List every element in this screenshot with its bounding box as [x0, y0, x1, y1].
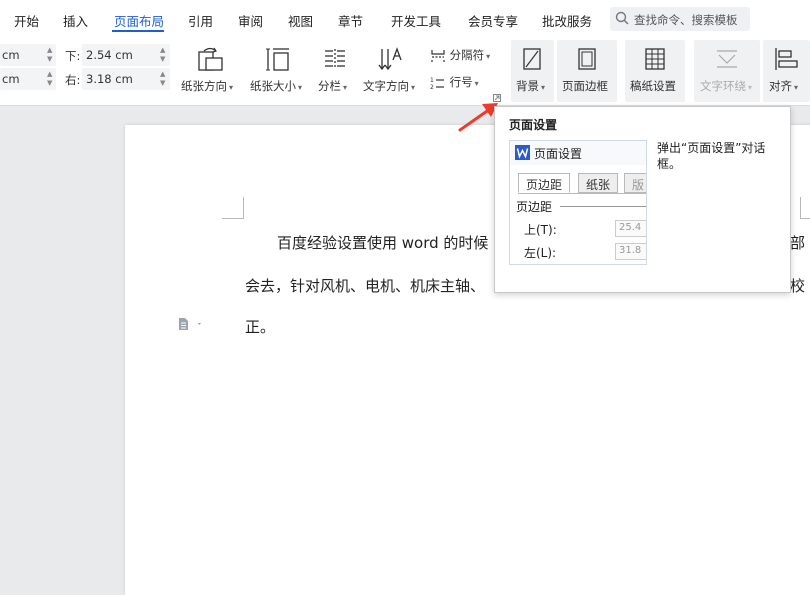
margin-right-label: 右: [65, 73, 81, 87]
line-number-button[interactable]: 12 行号 ▾ [430, 74, 479, 91]
orientation-label: 纸张方向 ▾ [181, 79, 234, 93]
tab-references[interactable]: 引用 [188, 11, 213, 30]
columns-icon [325, 49, 345, 69]
text-wrap-icon [717, 50, 737, 68]
active-tab-indicator [112, 30, 164, 32]
svg-text:2: 2 [430, 84, 434, 90]
paragraph-menu-icon[interactable] [177, 316, 207, 332]
columns-button[interactable]: 分栏 ▾ [315, 40, 355, 102]
paper-size-label: 纸张大小 ▾ [250, 79, 303, 93]
tab-chapter[interactable]: 章节 [338, 11, 363, 30]
menu-bar: 开始 插入 页面布局 引用 审阅 视图 章节 开发工具 会员专享 批改服务 查找… [0, 0, 810, 38]
background-button[interactable]: 背景 ▾ [511, 40, 554, 102]
search-box[interactable]: 查找命令、搜索模板 [610, 7, 750, 31]
spin-up-icon[interactable]: ▲ [47, 47, 52, 54]
manuscript-label: 稿纸设置 [630, 79, 676, 93]
tab-view[interactable]: 视图 [288, 11, 313, 30]
paper-size-button[interactable]: 纸张大小 ▾ [247, 40, 311, 102]
paragraph-line[interactable]: 百度经验设置使用 word 的时候 [277, 232, 488, 253]
line-number-label: 行号 [449, 75, 473, 89]
wps-logo-icon [515, 145, 530, 160]
tab-divider [518, 193, 646, 194]
paragraph-line-tail[interactable]: 校 [790, 275, 805, 296]
text-direction-label: 文字方向 ▾ [363, 79, 416, 93]
margin-bottom-spinner[interactable]: 2.54 cm ▲ ▼ [82, 44, 170, 66]
paragraph-line-tail[interactable]: 部 [790, 232, 805, 253]
spin-down-icon[interactable]: ▼ [47, 56, 52, 63]
dialog-tab-margins: 页边距 [518, 173, 571, 193]
dialog-tab-paper: 纸张 [578, 173, 619, 193]
spin-down-icon[interactable]: ▼ [160, 56, 165, 63]
spin-up-icon[interactable]: ▲ [160, 71, 165, 78]
line-number-icon: 12 [430, 77, 444, 91]
orientation-button[interactable]: 纸张方向 ▾ [178, 40, 240, 102]
text-wrap-label: 文字环绕 ▾ [700, 79, 753, 93]
margin-bottom-label: 下: [65, 49, 81, 63]
top-margin-field: 25.4 [615, 220, 646, 237]
tab-page-layout[interactable]: 页面布局 [114, 11, 164, 30]
margin-right-spinner[interactable]: 3.18 cm ▲ ▼ [82, 68, 170, 90]
margin-top-unit: cm [2, 48, 20, 62]
margin-left-spinner[interactable]: cm ▲ ▼ [0, 68, 56, 90]
tooltip-title: 页面设置 [509, 118, 558, 132]
paragraph-line[interactable]: 正。 [245, 316, 275, 337]
page-border-icon [578, 48, 596, 70]
manuscript-icon [645, 48, 665, 70]
align-button[interactable]: 对齐 ▾ [763, 40, 810, 102]
tab-insert[interactable]: 插入 [63, 11, 88, 30]
separator-icon [431, 49, 445, 62]
section-label: 页边距 [516, 200, 553, 214]
margin-top-spinner[interactable]: cm ▲ ▼ [0, 44, 56, 66]
page-border-label: 页面边框 [562, 79, 608, 93]
ribbon-toolbar: cm ▲ ▼ cm ▲ ▼ 下: 2.54 cm ▲ ▼ 右: 3.18 cm … [0, 38, 810, 106]
left-margin-field: 31.8 [615, 243, 646, 260]
dialog-preview-thumbnail: 页面设置 页边距 纸张 版 页边距 上(T): 25.4 左(L): 31.8 [509, 140, 647, 265]
text-wrap-button: 文字环绕 ▾ [694, 40, 760, 102]
separator-button[interactable]: 分隔符 ▾ [430, 47, 490, 63]
dialog-title: 页面设置 [534, 147, 583, 161]
background-icon [523, 48, 541, 70]
spin-down-icon[interactable]: ▼ [47, 80, 52, 87]
paragraph-line[interactable]: 会去，针对风机、电机、机床主轴、 [245, 275, 485, 296]
margin-bottom-value: 2.54 cm [86, 48, 133, 62]
tab-start[interactable]: 开始 [14, 11, 39, 30]
orientation-icon [198, 47, 223, 71]
page-setup-tooltip: 页面设置 页面设置 页边距 纸张 版 页边距 上(T): 25.4 左(L): … [494, 106, 791, 293]
page-border-button[interactable]: 页面边框 [557, 40, 617, 102]
separator-label: 分隔符 [449, 48, 485, 62]
text-direction-icon [378, 47, 402, 71]
columns-label: 分栏 ▾ [318, 79, 348, 93]
corner-mark [800, 197, 810, 219]
tab-developer[interactable]: 开发工具 [391, 11, 441, 30]
search-placeholder: 查找命令、搜索模板 [634, 13, 738, 27]
paper-size-icon [266, 48, 289, 71]
tooltip-description: 弹出“页面设置”对话框。 [657, 141, 766, 171]
background-label: 背景 ▾ [516, 79, 546, 93]
tab-grading[interactable]: 批改服务 [542, 11, 592, 30]
text-direction-button[interactable]: 文字方向 ▾ [360, 40, 422, 102]
spin-up-icon[interactable]: ▲ [160, 47, 165, 54]
search-icon [615, 11, 629, 25]
dialog-body: 页边距 纸张 版 页边距 上(T): 25.4 左(L): 31.8 [510, 165, 646, 264]
corner-mark [222, 197, 244, 219]
align-icon [775, 48, 798, 70]
tab-member[interactable]: 会员专享 [468, 11, 518, 30]
section-rule [560, 206, 646, 207]
align-label: 对齐 ▾ [769, 79, 799, 93]
dialog-tab-layout: 版 [624, 173, 646, 193]
left-margin-label: 左(L): [524, 246, 557, 260]
margin-right-value: 3.18 cm [86, 72, 133, 86]
manuscript-button[interactable]: 稿纸设置 [625, 40, 685, 102]
svg-text:1: 1 [430, 77, 434, 84]
margin-left-unit: cm [2, 72, 20, 86]
spin-up-icon[interactable]: ▲ [47, 71, 52, 78]
spin-down-icon[interactable]: ▼ [160, 80, 165, 87]
top-margin-label: 上(T): [524, 223, 557, 237]
tab-review[interactable]: 审阅 [238, 11, 263, 30]
